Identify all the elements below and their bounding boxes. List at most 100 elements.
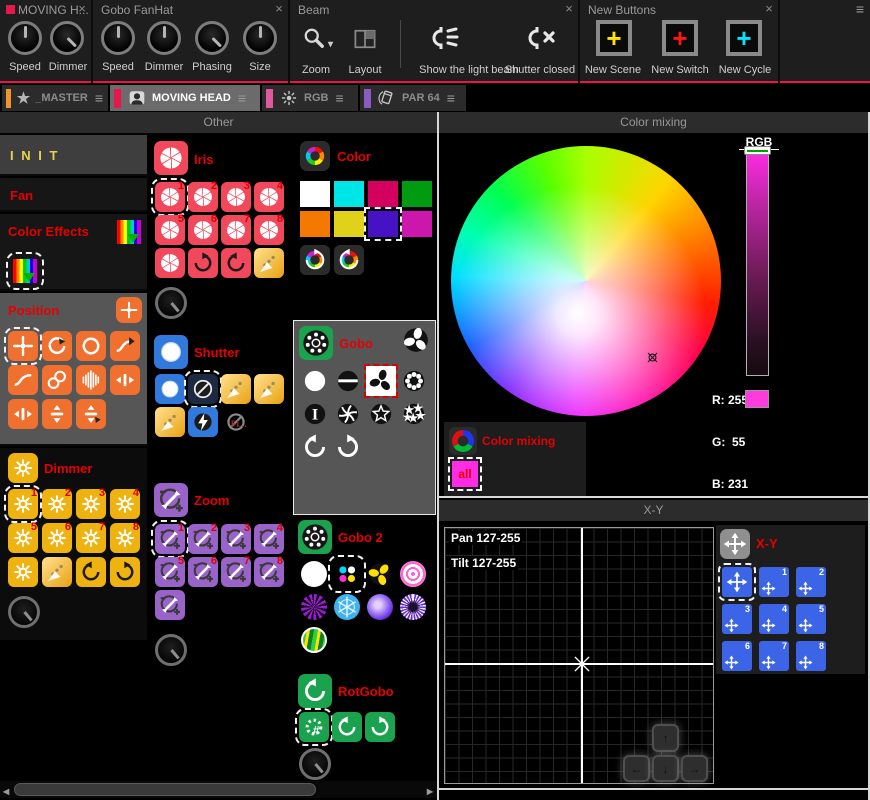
scroll-left-icon[interactable]: ◀: [3, 785, 9, 797]
position-pan-move-2[interactable]: [8, 399, 38, 429]
zoom-magnifier-icon[interactable]: [302, 26, 326, 50]
position-circle-once[interactable]: [42, 331, 72, 361]
shutter-beam-1[interactable]: [221, 374, 251, 404]
position-curve-once[interactable]: [110, 331, 140, 361]
tab-menu-icon[interactable]: ≡: [335, 90, 343, 106]
rotgobo-rotate-ccw[interactable]: [332, 712, 362, 742]
iris-rotate-cw[interactable]: [188, 248, 218, 278]
zoom-preset-5[interactable]: 5: [155, 557, 185, 587]
new-cycle-button[interactable]: +: [726, 20, 762, 56]
xy-preset-5[interactable]: 5: [796, 604, 826, 634]
phasing-knob[interactable]: [195, 21, 229, 55]
gobo-line[interactable]: [333, 366, 363, 396]
dpad-down-key[interactable]: ↓: [652, 755, 679, 782]
rotgobo-knob[interactable]: [299, 748, 331, 780]
dimmer-preset-2[interactable]: 2: [42, 489, 72, 519]
xy-preset-6[interactable]: 6: [722, 641, 752, 671]
tab-master[interactable]: ★ _MASTER ≡: [2, 85, 108, 111]
shutter-closed-icon[interactable]: [525, 22, 557, 56]
dimmer-preset-7[interactable]: 7: [76, 523, 106, 553]
layout-icon[interactable]: [352, 28, 378, 50]
tab-par64[interactable]: PAR 64 ≡: [360, 85, 466, 111]
position-pan-move[interactable]: [110, 365, 140, 395]
dimmer-rotate-cw[interactable]: [110, 557, 140, 587]
speed-knob[interactable]: [101, 21, 135, 55]
light-beam-icon[interactable]: [428, 22, 460, 56]
all-channels-button[interactable]: all: [452, 461, 478, 487]
shutter-open[interactable]: [155, 374, 185, 404]
shutter-closed[interactable]: [188, 374, 218, 404]
rgb-intensity-slider[interactable]: [746, 150, 769, 376]
tab-menu-icon[interactable]: ≡: [447, 90, 455, 106]
gobo2-pink-spiral[interactable]: [398, 559, 428, 589]
gobo2-purple-swirl[interactable]: [365, 592, 395, 622]
gobo-i-bar[interactable]: I: [300, 399, 330, 429]
shutter-beam-2[interactable]: [254, 374, 284, 404]
zoom-preset-2[interactable]: 2: [188, 524, 218, 554]
position-circle[interactable]: [76, 331, 106, 361]
zoom-preset-3[interactable]: 3: [221, 524, 251, 554]
gobo-rotate-ccw[interactable]: [300, 432, 330, 462]
dimmer-knob[interactable]: [147, 21, 181, 55]
color-effects-preset[interactable]: [10, 256, 40, 286]
position-tilt-move[interactable]: [42, 399, 72, 429]
scrollbar-thumb[interactable]: [14, 783, 316, 796]
gobo-dot-ring[interactable]: [399, 366, 429, 396]
shutter-strobe[interactable]: [188, 407, 218, 437]
iris-preset-2[interactable]: 2: [188, 182, 218, 212]
dimmer-preset-8[interactable]: 8: [110, 523, 140, 553]
close-icon[interactable]: ×: [763, 1, 775, 16]
window-menu-icon[interactable]: ≡: [856, 1, 864, 18]
xy-preset-2[interactable]: 2: [796, 567, 826, 597]
iris-rotate-ccw[interactable]: [221, 248, 251, 278]
dimmer-rotate-ccw[interactable]: [76, 557, 106, 587]
shutter-flash[interactable]: Fl...: [221, 407, 251, 437]
iris-preset-5[interactable]: 5: [155, 215, 185, 245]
gobo2-green-ball[interactable]: [299, 625, 329, 655]
position-center[interactable]: [8, 331, 38, 361]
rgb-slider-handle[interactable]: [744, 146, 771, 155]
preset-init[interactable]: I N I T: [0, 135, 147, 176]
pan-tilt-grid[interactable]: Pan 127-255 Tilt 127-255 ↑ ← ↓ →: [444, 527, 714, 784]
new-scene-button[interactable]: +: [596, 20, 632, 56]
chevron-down-icon[interactable]: ▾: [328, 38, 333, 50]
zoom-preset-1[interactable]: 1: [155, 524, 185, 554]
zoom-preset-8[interactable]: 8: [254, 557, 284, 587]
dpad-left-key[interactable]: ←: [623, 755, 650, 782]
xy-preset-1[interactable]: 1: [759, 567, 789, 597]
color-white[interactable]: [300, 181, 330, 207]
gobo2-yellow-swirl[interactable]: [365, 559, 395, 589]
speed-knob[interactable]: [8, 21, 42, 55]
iris-open[interactable]: [155, 248, 185, 278]
iris-knob[interactable]: [155, 287, 187, 319]
color-orange[interactable]: [300, 211, 330, 237]
color-rotate-cw[interactable]: [300, 245, 330, 275]
dimmer-preset-1[interactable]: 1: [8, 489, 38, 519]
color-cyan[interactable]: [334, 181, 364, 207]
scroll-right-icon[interactable]: ▶: [427, 785, 433, 797]
position-tilt-move-once[interactable]: [76, 399, 106, 429]
dimmer-preset-4[interactable]: 4: [110, 489, 140, 519]
iris-preset-7[interactable]: 7: [221, 215, 251, 245]
shutter-beam-3[interactable]: [155, 407, 185, 437]
gobo2-open[interactable]: [299, 559, 329, 589]
dpad-up-key[interactable]: ↑: [652, 724, 679, 752]
color-magenta[interactable]: [402, 211, 432, 237]
gobo-stars[interactable]: [399, 399, 429, 429]
xy-preset-4[interactable]: 4: [759, 604, 789, 634]
iris-preset-8[interactable]: 8: [254, 215, 284, 245]
gobo2-purple-radial[interactable]: [299, 592, 329, 622]
iris-preset-4[interactable]: 4: [254, 182, 284, 212]
color-yellow[interactable]: [334, 211, 364, 237]
tab-moving-head[interactable]: MOVING HEAD ≡: [110, 85, 260, 111]
dimmer-knob[interactable]: [50, 21, 84, 55]
gobo-three-blade[interactable]: [366, 366, 396, 396]
iris-preset-3[interactable]: 3: [221, 182, 251, 212]
close-icon[interactable]: ×: [563, 1, 575, 16]
rotgobo-indexed[interactable]: #: [299, 712, 329, 742]
zoom-knob[interactable]: [155, 634, 187, 666]
color-wheel[interactable]: [451, 146, 721, 416]
iris-beam[interactable]: [254, 248, 284, 278]
gobo2-snowflake[interactable]: [332, 592, 362, 622]
dimmer-knob[interactable]: [8, 596, 40, 628]
